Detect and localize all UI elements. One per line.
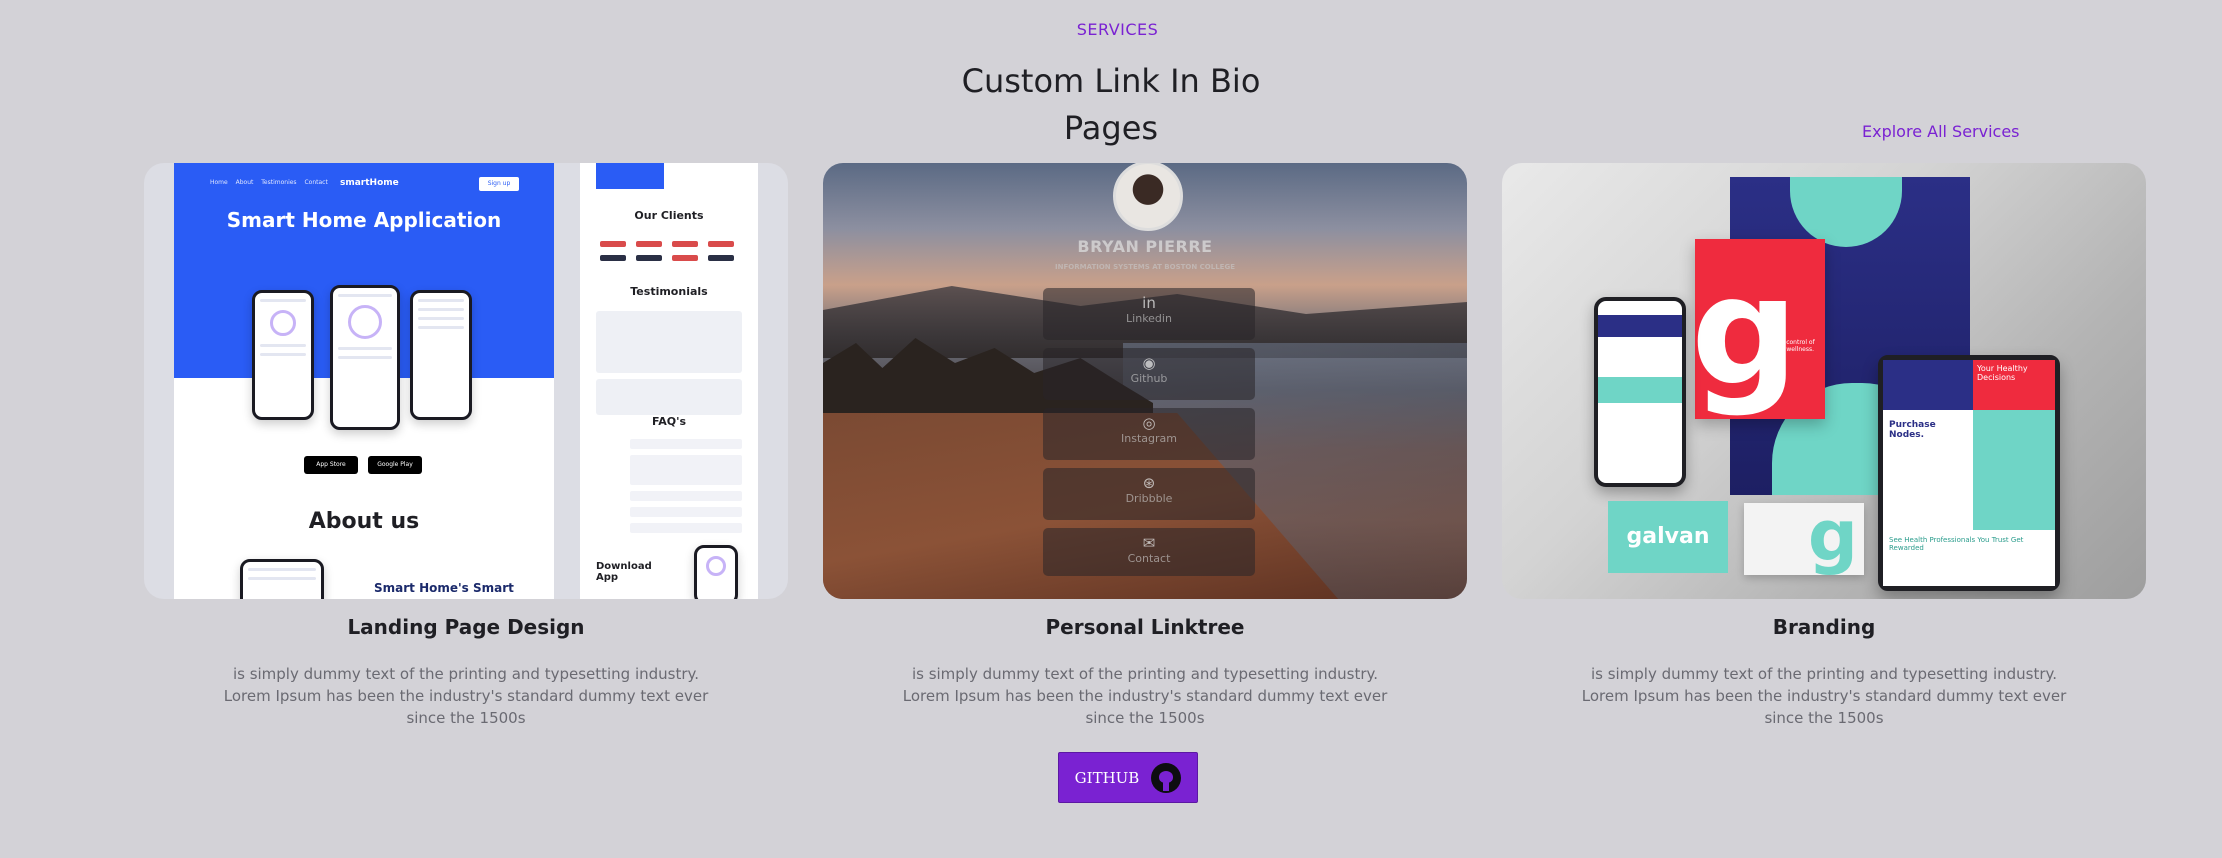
linktree-preview-image: BRYAN PIERRE INFORMATION SYSTEMS AT BOST… bbox=[823, 163, 1467, 599]
link-label: Instagram bbox=[1121, 432, 1177, 445]
link-label: Contact bbox=[1127, 552, 1171, 565]
tablet-footer: See Health Professionals You Trust Get R… bbox=[1883, 530, 2055, 586]
instagram-icon: ◎ bbox=[1142, 414, 1156, 432]
card-description: is simply dummy text of the printing and… bbox=[902, 665, 1388, 727]
google-play-badge: Google Play bbox=[368, 456, 422, 474]
card-title: Branding bbox=[1772, 615, 1876, 639]
mockup-testimonial-box bbox=[596, 379, 742, 415]
mockup-signup: Sign up bbox=[479, 177, 519, 191]
mockup-faq-item bbox=[630, 491, 742, 501]
mockup-faq-heading: FAQ's bbox=[651, 415, 687, 428]
mockup-phone-bottom bbox=[240, 559, 324, 599]
link-linkedin[interactable]: in Linkedin bbox=[1043, 288, 1255, 340]
service-card-linktree[interactable]: BRYAN PIERRE INFORMATION SYSTEMS AT BOST… bbox=[823, 163, 1467, 729]
github-icon: ◉ bbox=[1142, 354, 1156, 372]
mockup-faq-item bbox=[630, 507, 742, 517]
services-eyebrow: SERVICES bbox=[1076, 20, 1159, 39]
card-title: Personal Linktree bbox=[1045, 615, 1245, 639]
service-card-landing-page[interactable]: Home About Testimonies Contact smartHome… bbox=[144, 163, 788, 729]
mockup-faq-item bbox=[630, 455, 742, 485]
linktree-links: in Linkedin ◉ Github ◎ Instagram ⊛ Dribbble … bbox=[1043, 288, 1255, 584]
mockup-side-block bbox=[596, 163, 664, 189]
tablet-red-text: Your Healthy Decisions bbox=[1973, 360, 2055, 410]
github-icon bbox=[1151, 762, 1182, 793]
mockup-phone-right bbox=[410, 290, 472, 420]
github-button[interactable]: GITHUB bbox=[1058, 752, 1198, 803]
section-title: Custom Link In Bio Pages bbox=[961, 62, 1261, 147]
mail-icon: ✉ bbox=[1142, 534, 1156, 552]
mockup-phone-center bbox=[330, 285, 400, 430]
mockup-faq-item bbox=[630, 523, 742, 533]
mockup-phone-download bbox=[694, 545, 738, 599]
explore-all-services-link[interactable]: Explore All Services bbox=[1862, 122, 2020, 141]
mockup-testimonial-box bbox=[596, 311, 742, 373]
app-store-badge: App Store bbox=[304, 456, 358, 474]
mockup-nav: Home About Testimonies Contact bbox=[210, 179, 328, 186]
link-label: Github bbox=[1130, 372, 1168, 385]
mockup-about-heading: About us bbox=[308, 509, 420, 534]
card-description: is simply dummy text of the printing and… bbox=[223, 665, 709, 727]
profile-name: BRYAN PIERRE bbox=[1077, 237, 1213, 256]
landing-mockup-main: Home About Testimonies Contact smartHome… bbox=[174, 163, 554, 599]
link-contact[interactable]: ✉ Contact bbox=[1043, 528, 1255, 576]
linkedin-icon: in bbox=[1142, 294, 1156, 312]
mockup-faq-item bbox=[630, 439, 742, 449]
red-brand-card: g Take control of your wellness. bbox=[1691, 239, 1825, 419]
dribbble-icon: ⊛ bbox=[1142, 474, 1156, 492]
link-label: Linkedin bbox=[1126, 312, 1172, 325]
branding-phone bbox=[1594, 297, 1686, 487]
github-button-label: GITHUB bbox=[1074, 768, 1140, 787]
mockup-hero-title: Smart Home Application bbox=[226, 208, 502, 232]
mockup-testimonials-heading: Testimonials bbox=[630, 285, 708, 298]
landing-page-preview-image: Home About Testimonies Contact smartHome… bbox=[144, 163, 788, 599]
mockup-brand: smartHome bbox=[340, 178, 399, 188]
link-instagram[interactable]: ◎ Instagram bbox=[1043, 408, 1255, 460]
mockup-client-logos bbox=[600, 241, 740, 261]
landing-mockup-side: Our Clients Testimonials FAQ's Download … bbox=[580, 163, 758, 599]
profile-avatar bbox=[1113, 163, 1183, 231]
galvan-logo-card: galvan bbox=[1608, 501, 1728, 573]
brand-g-letter: g bbox=[1691, 245, 1799, 419]
mockup-clients-heading: Our Clients bbox=[634, 209, 704, 222]
link-dribbble[interactable]: ⊛ Dribbble bbox=[1043, 468, 1255, 520]
profile-role: INFORMATION SYSTEMS AT BOSTON COLLEGE bbox=[1055, 263, 1235, 271]
link-label: Dribbble bbox=[1125, 492, 1173, 505]
card-title: Landing Page Design bbox=[347, 615, 585, 639]
service-card-branding[interactable]: g Take control of your wellness. Your He… bbox=[1502, 163, 2146, 729]
tablet-heading: Purchase Nodes. bbox=[1883, 410, 1973, 490]
red-card-text: Take control of your wellness. bbox=[1771, 339, 1815, 353]
mockup-about-sub: Smart Home's Smart bbox=[374, 581, 514, 595]
branding-preview-image: g Take control of your wellness. Your He… bbox=[1502, 163, 2146, 599]
card-description: is simply dummy text of the printing and… bbox=[1581, 665, 2067, 727]
branding-tablet: Your Healthy Decisions Purchase Nodes. S… bbox=[1878, 355, 2060, 591]
mockup-download-heading: Download App bbox=[596, 561, 652, 583]
link-github[interactable]: ◉ Github bbox=[1043, 348, 1255, 400]
landing-mockup-hero: Home About Testimonies Contact smartHome… bbox=[174, 163, 554, 430]
mockup-phone-left bbox=[252, 290, 314, 420]
business-card: g bbox=[1744, 495, 1864, 577]
